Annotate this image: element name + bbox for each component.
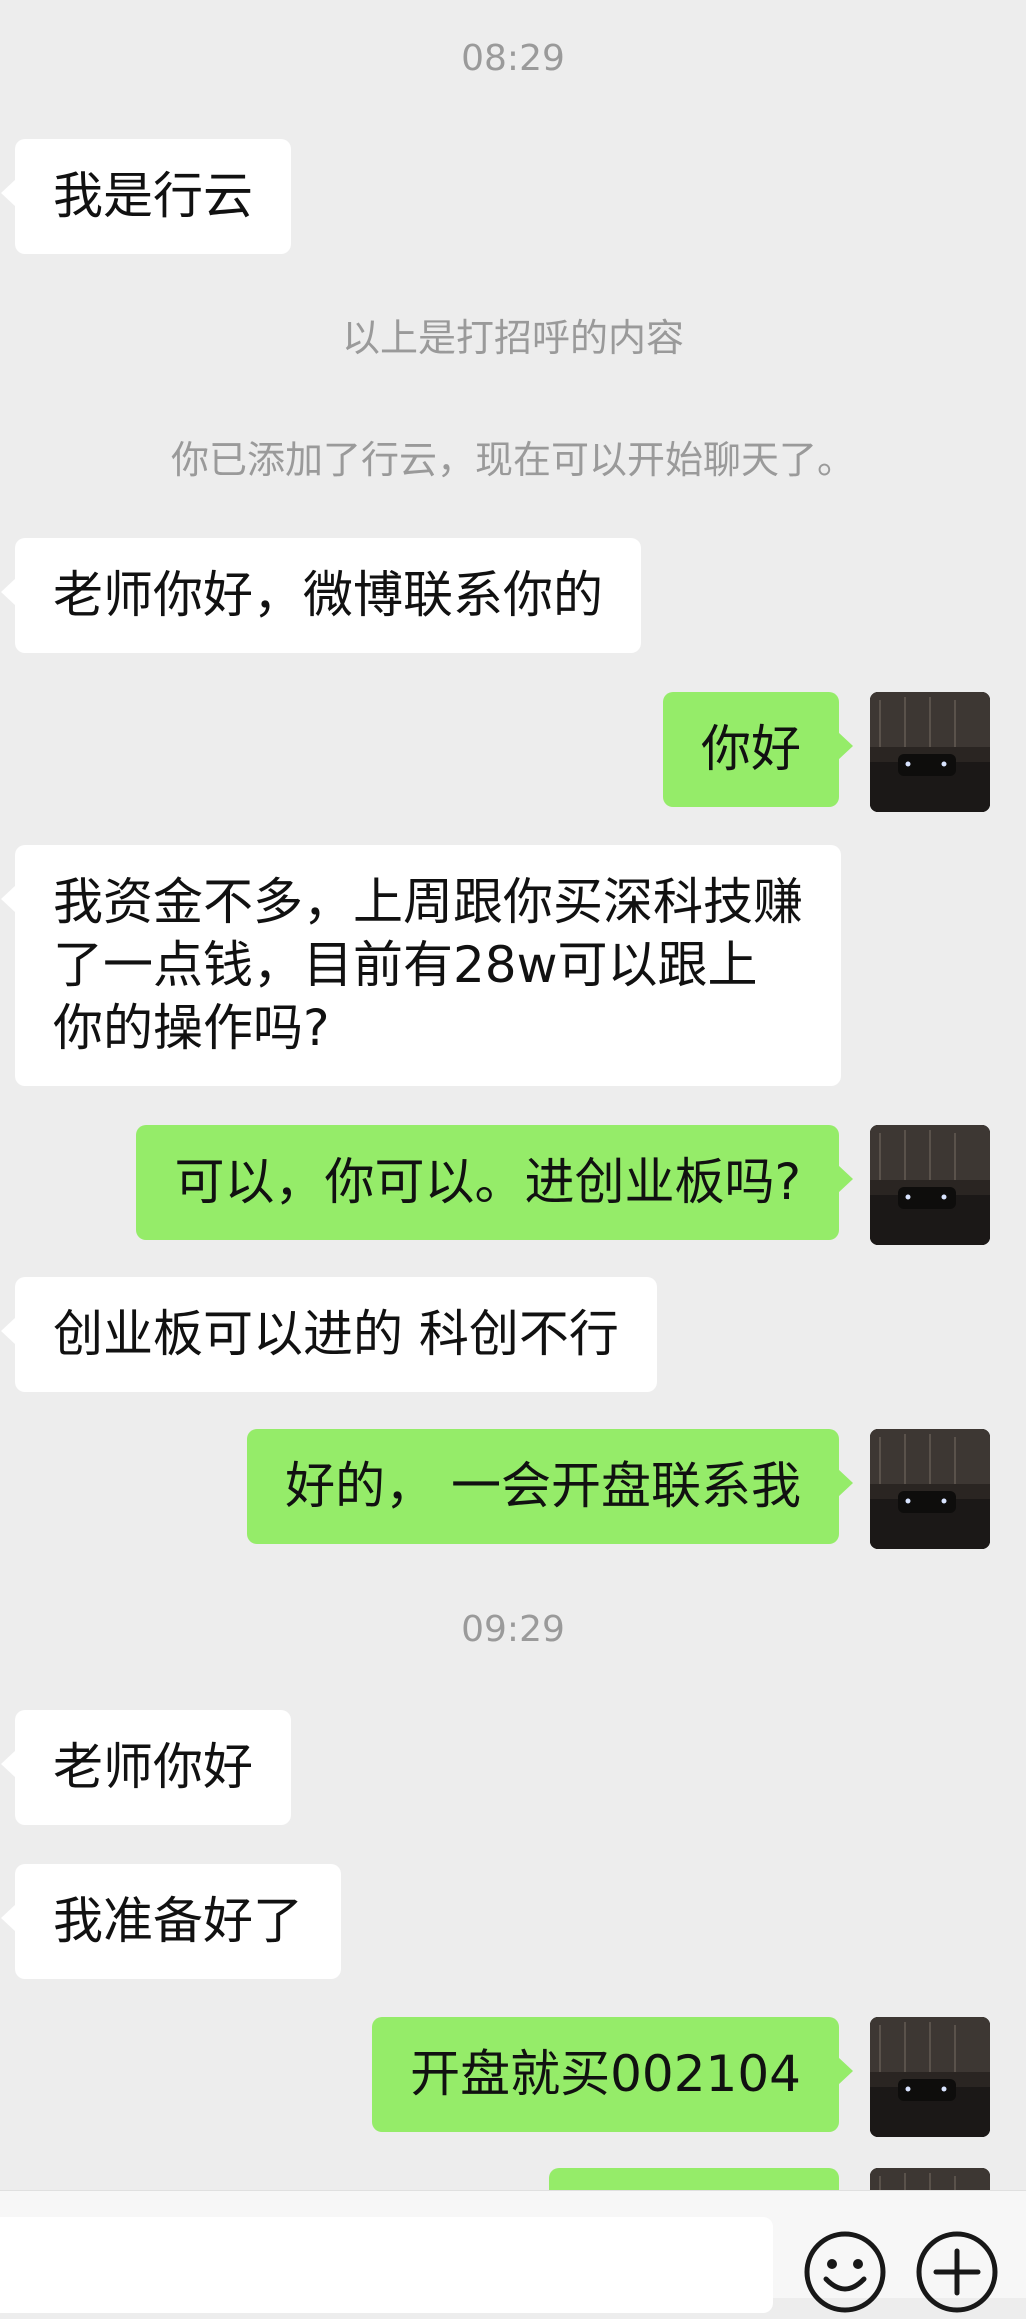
message-bubble-incoming[interactable]: 老师你好，微博联系你的: [1, 538, 641, 653]
avatar-image: [870, 692, 990, 812]
system-note: 你已添加了行云，现在可以开始聊天了。: [170, 438, 855, 482]
avatar[interactable]: [870, 2168, 990, 2190]
message-bubble-incoming[interactable]: 老师你好: [1, 1710, 291, 1825]
avatar-image: [870, 2168, 990, 2190]
timestamp: 08:29: [461, 38, 565, 79]
message-bubble-outgoing[interactable]: [549, 2168, 839, 2190]
avatar-image: [870, 1429, 990, 1549]
avatar[interactable]: [870, 2017, 990, 2137]
message-bubble-incoming[interactable]: 我是行云: [1, 139, 291, 254]
avatar[interactable]: [870, 1429, 990, 1549]
input-bar: [0, 2190, 1026, 2313]
message-bubble-outgoing[interactable]: 你好: [663, 692, 853, 807]
avatar-image: [870, 1125, 990, 1245]
avatar[interactable]: [870, 1125, 990, 1245]
message-bubble-outgoing[interactable]: 开盘就买002104: [372, 2017, 853, 2132]
avatar[interactable]: [870, 692, 990, 812]
message-bubble-outgoing[interactable]: 可以，你可以。进创业板吗?: [136, 1125, 853, 1240]
chat-area[interactable]: 08:29 我是行云 以上是打招呼的内容 你已添加了行云，现在可以开始聊天了。 …: [0, 0, 1026, 2190]
message-input[interactable]: [0, 2217, 773, 2313]
message-bubble-outgoing[interactable]: 好的， 一会开盘联系我: [247, 1429, 853, 1544]
plus-icon[interactable]: [914, 2229, 1000, 2315]
message-bubble-incoming[interactable]: 创业板可以进的 科创不行: [1, 1277, 657, 1392]
avatar-image: [870, 2017, 990, 2137]
system-note: 以上是打招呼的内容: [341, 316, 684, 360]
message-bubble-incoming[interactable]: 我资金不多，上周跟你买深科技赚了一点钱，目前有28w可以跟上你的操作吗?: [1, 845, 841, 1086]
emoji-icon[interactable]: [802, 2229, 888, 2315]
timestamp: 09:29: [461, 1609, 565, 1650]
message-bubble-incoming[interactable]: 我准备好了: [1, 1864, 341, 1979]
